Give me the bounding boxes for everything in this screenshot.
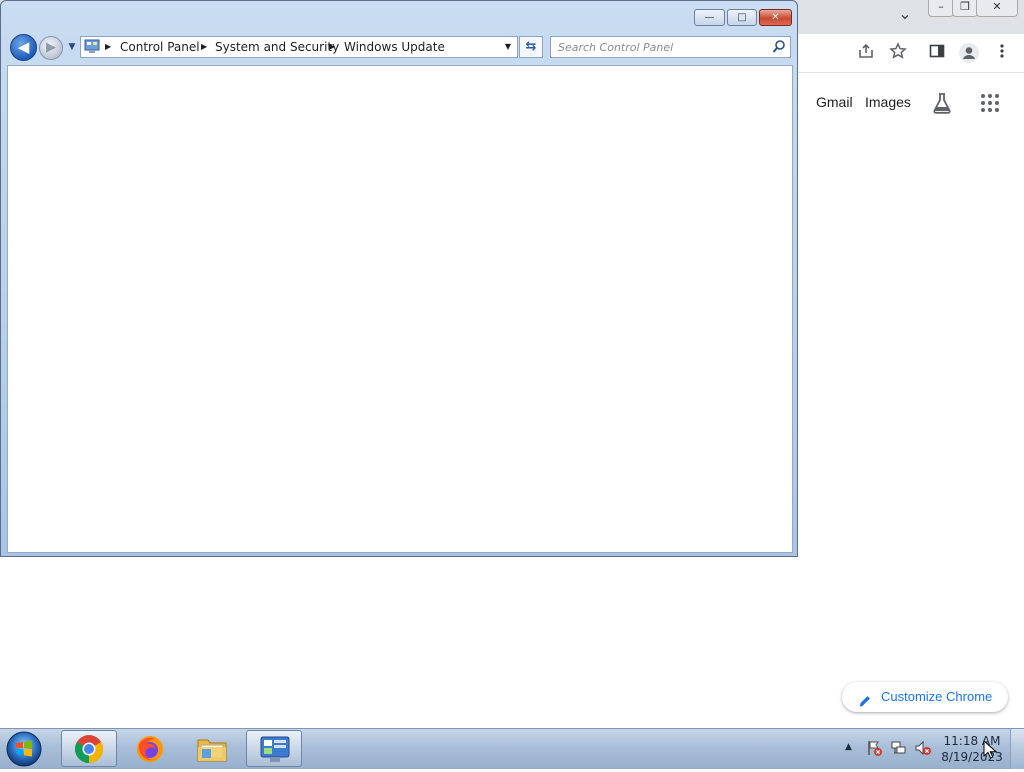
bookmark-star-icon[interactable] — [887, 42, 909, 64]
start-button[interactable] — [4, 729, 48, 769]
customize-chrome-label: Customize Chrome — [881, 689, 993, 704]
breadcrumb-separator[interactable]: ▶ — [201, 37, 207, 57]
taskbar-item-firefox[interactable] — [122, 730, 178, 767]
side-panel-icon[interactable] — [926, 42, 948, 64]
chrome-close-button[interactable]: ✕ — [976, 0, 1018, 17]
labs-flask-icon[interactable] — [930, 91, 954, 115]
breadcrumb-windows-update[interactable]: Windows Update — [344, 37, 445, 57]
search-input[interactable] — [551, 37, 768, 57]
taskbar-item-explorer[interactable] — [184, 730, 240, 767]
images-link[interactable]: Images — [865, 94, 911, 110]
forward-button[interactable]: ▶ — [39, 36, 63, 60]
customize-chrome-button[interactable]: Customize Chrome — [842, 682, 1008, 712]
control-panel-icon — [259, 735, 291, 765]
firefox-icon — [135, 734, 165, 764]
network-icon[interactable] — [890, 739, 908, 757]
back-button[interactable]: ◀ — [10, 34, 37, 61]
window-close-button[interactable]: ✕ — [759, 9, 792, 26]
content-pane — [7, 65, 793, 553]
pencil-icon — [858, 689, 872, 707]
control-panel-window: — □ ✕ ◀ ▶ ▼ ▶ Control Panel ▶ System and… — [0, 0, 798, 557]
show-hidden-icons-button[interactable]: ▲ — [845, 742, 852, 752]
mouse-pointer-icon — [983, 739, 998, 760]
profile-icon[interactable] — [958, 42, 980, 64]
recent-pages-button[interactable]: ▼ — [66, 39, 78, 55]
minimize-icon: – — [938, 0, 944, 13]
refresh-button[interactable]: ⇆ — [519, 36, 543, 58]
address-bar[interactable]: ▶ Control Panel ▶ System and Security ▶ … — [80, 36, 518, 58]
action-center-icon[interactable] — [866, 739, 884, 757]
gmail-link[interactable]: Gmail — [816, 94, 853, 110]
search-icon[interactable] — [772, 39, 786, 55]
taskbar: ▲ 11:18 AM 8/19/2023 — [0, 728, 1024, 769]
share-icon[interactable] — [855, 42, 877, 64]
control-panel-icon — [84, 39, 100, 54]
google-chrome-icon — [74, 734, 104, 764]
window-title-bar[interactable]: — □ ✕ — [1, 1, 797, 31]
volume-muted-icon[interactable] — [914, 739, 932, 757]
taskbar-item-control-panel[interactable] — [246, 730, 302, 767]
chevron-down-icon: ▼ — [68, 42, 76, 52]
close-icon: ✕ — [992, 0, 1002, 13]
more-menu-icon[interactable] — [991, 42, 1013, 64]
chrome-minimize-button[interactable]: – — [928, 0, 954, 17]
window-minimize-button[interactable]: — — [694, 9, 725, 26]
breadcrumb-control-panel[interactable]: Control Panel — [120, 37, 200, 57]
breadcrumb-system-and-security[interactable]: System and Security — [215, 37, 339, 57]
breadcrumb-separator[interactable]: ▶ — [105, 37, 111, 57]
navigation-bar: ◀ ▶ ▼ ▶ Control Panel ▶ System and Secur… — [1, 31, 797, 63]
tab-search-dropdown-icon[interactable]: ⌄ — [897, 4, 913, 24]
chrome-restore-button[interactable]: ❐ — [952, 0, 978, 17]
breadcrumb-separator[interactable]: ▶ — [329, 37, 335, 57]
address-history-dropdown[interactable]: ▼ — [501, 37, 515, 57]
show-desktop-button[interactable] — [1010, 729, 1024, 769]
refresh-icon: ⇆ — [525, 39, 537, 54]
maximize-icon: □ — [737, 12, 747, 23]
minimize-icon: — — [704, 12, 715, 23]
back-arrow-icon: ◀ — [17, 38, 30, 56]
close-icon: ✕ — [771, 12, 780, 23]
file-explorer-icon — [196, 734, 228, 764]
taskbar-item-chrome[interactable] — [61, 730, 117, 767]
google-apps-icon[interactable] — [980, 93, 1000, 113]
window-maximize-button[interactable]: □ — [727, 9, 757, 26]
restore-icon: ❐ — [960, 0, 970, 13]
search-box — [550, 36, 791, 58]
forward-arrow-icon: ▶ — [46, 40, 56, 55]
